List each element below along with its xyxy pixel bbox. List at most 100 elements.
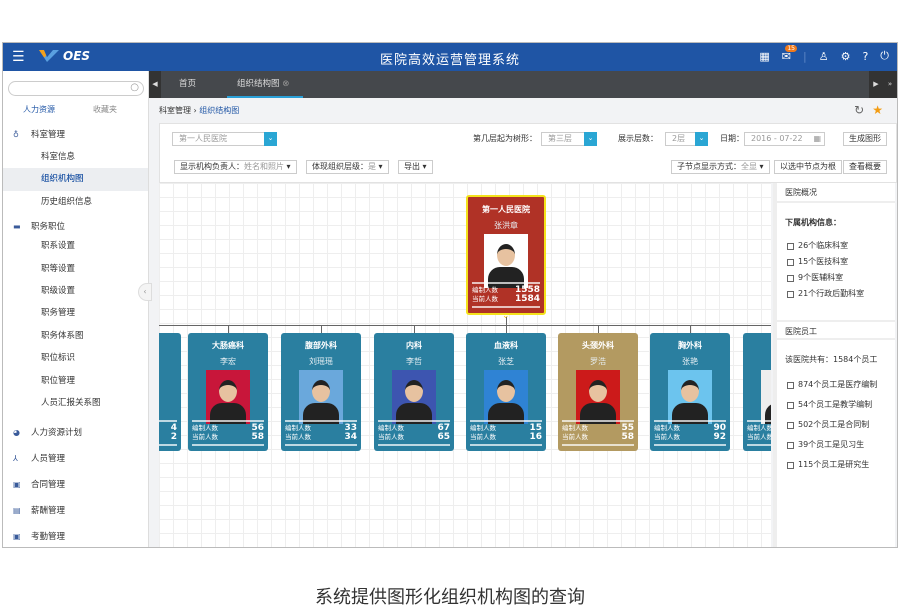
- connector-line: [506, 325, 507, 333]
- date-input[interactable]: 2016 - 07-22 ▦: [744, 132, 825, 146]
- sidebar-group[interactable]: ♁ 科室管理: [3, 124, 148, 146]
- summary-item[interactable]: 54个员工是教学编制: [777, 395, 895, 415]
- sidebar-group-label: 职务职位: [31, 222, 66, 233]
- sidebar: ○ 人力资源 收藏夹 ♁ 科室管理 科室信息 组织机构图 组织机构图 历史组织信息 ▬ 职务职位…: [3, 71, 149, 547]
- tab-hr[interactable]: 人力资源: [23, 104, 55, 115]
- sidebar-item[interactable]: 人员汇报关系图: [3, 392, 148, 414]
- sidebar-group[interactable]: ▤ 薪酬管理: [3, 498, 148, 524]
- gear-icon[interactable]: ⚙: [841, 50, 851, 63]
- org-card[interactable]: 内科 李哲 编制人数 67 当前人数 65: [374, 333, 454, 451]
- org-card-head: [743, 356, 771, 366]
- stat-label: 编制人数: [285, 424, 311, 432]
- tab-home[interactable]: 首页: [179, 71, 196, 98]
- generate-button[interactable]: 生成图形: [843, 132, 887, 146]
- refresh-icon[interactable]: ↻: [854, 98, 864, 123]
- org-card[interactable]: 大肠癌科 李宏 编制人数 56 当前人数 58: [188, 333, 268, 451]
- tab-label: 组织结构图: [237, 79, 280, 89]
- sidebar-item[interactable]: 职位标识: [3, 347, 148, 369]
- show-level-dropdown[interactable]: 体现组织层级：是 ▾: [306, 160, 389, 174]
- org-card[interactable]: 腹部外科 刘瑶瑶 编制人数 33 当前人数 34: [281, 333, 361, 451]
- tab-scroll-right[interactable]: ▶: [869, 71, 883, 98]
- org-card-name: 头颈外科: [582, 341, 614, 350]
- org-chart-canvas[interactable]: 第一人民医院张洪章编制人数1558当前人数1584⌄编制人数4当前人数2大肠癌科…: [159, 183, 771, 547]
- chevron-down-icon: ⌄: [264, 132, 277, 146]
- connector-line: [414, 325, 415, 333]
- summary-item[interactable]: 39个员工是见习生: [777, 435, 895, 455]
- org-card[interactable]: 血液科 张芝 编制人数 15 当前人数 16: [466, 333, 546, 451]
- show-leader-dropdown[interactable]: 显示机构负责人：姓名和照片 ▾: [174, 160, 297, 174]
- sidebar-group-label: 合同管理: [31, 480, 66, 491]
- child-mode-dropdown[interactable]: 子节点显示方式：全显 ▾: [671, 160, 770, 174]
- sidebar-item[interactable]: 历史组织信息: [3, 191, 148, 213]
- levels-select[interactable]: 2层 ⌄: [665, 132, 708, 146]
- tab-scroll-left[interactable]: ◀: [149, 71, 161, 98]
- sidebar-item[interactable]: 职等设置: [3, 258, 148, 280]
- close-icon[interactable]: ⊗: [282, 79, 289, 89]
- org-card[interactable]: 第一人民医院 张洪章 编制人数 1558 当前人数 1584: [466, 195, 546, 315]
- search-input[interactable]: ○: [8, 81, 144, 96]
- org-select[interactable]: 第一人民医院 ⌄: [172, 132, 277, 146]
- sidebar-group[interactable]: ▣ 考勤管理: [3, 524, 148, 547]
- user-icon[interactable]: ♙: [819, 50, 829, 63]
- org-card[interactable]: 编制人数4当前人数2: [159, 333, 181, 451]
- summary-item[interactable]: 502个员工是合同制: [777, 415, 895, 435]
- org-card[interactable]: 头颈外科 罗浩 编制人数 55 当前人数 58: [558, 333, 638, 451]
- sidebar-item[interactable]: 职位管理: [3, 370, 148, 392]
- stat-label: 当前人数: [472, 295, 498, 303]
- link-icon: [787, 258, 794, 266]
- tab-more-icon[interactable]: »: [883, 71, 897, 98]
- org-card-head: 张芝: [498, 357, 514, 366]
- apps-grid-icon[interactable]: ▦: [759, 50, 769, 63]
- sidebar-item[interactable]: 职务管理: [3, 302, 148, 324]
- summary-item[interactable]: 9个医辅科室: [777, 270, 895, 286]
- stat-value: 16: [529, 432, 542, 442]
- stat-value: 1584: [514, 294, 540, 304]
- breadcrumb-item[interactable]: 科室管理: [159, 106, 191, 115]
- toolbar: 第一人民医院 ⌄ 第几层起为树形： 第三层 ⌄ 展示层数： 2层 ⌄ 日期： 2016…: [159, 123, 897, 183]
- org-card-stats: 编制人数 67 当前人数 65: [378, 420, 450, 446]
- help-icon[interactable]: ?: [862, 50, 868, 63]
- show-level-value: 是: [368, 162, 376, 171]
- message-badge: 15: [785, 44, 797, 52]
- sidebar-group[interactable]: ▬ 职务职位: [3, 219, 148, 235]
- money-bag-icon: ♁: [13, 130, 19, 139]
- power-icon[interactable]: ⏻: [880, 49, 889, 63]
- sidebar-item[interactable]: 职系设置: [3, 235, 148, 257]
- org-card-name: 胸外科: [678, 341, 702, 350]
- org-card[interactable]: 骨编制人数当前人数: [743, 333, 771, 451]
- search-icon[interactable]: ○: [130, 82, 139, 93]
- star-icon[interactable]: ★: [872, 98, 883, 123]
- set-root-button[interactable]: 以选中节点为根: [774, 160, 842, 174]
- collapse-sidebar-button[interactable]: ‹: [138, 283, 152, 301]
- view-summary-button[interactable]: 查看概要: [843, 160, 887, 174]
- sidebar-item[interactable]: 职级设置: [3, 280, 148, 302]
- sidebar-group[interactable]: ▣ 合同管理: [3, 472, 148, 498]
- sidebar-item[interactable]: 组织机构图 组织机构图: [3, 168, 148, 191]
- attendance-icon: ▣: [13, 532, 21, 542]
- sidebar-group-label: 考勤管理: [31, 532, 66, 543]
- summary-item[interactable]: 874个员工是医疗编制: [777, 375, 895, 395]
- sidebar-item[interactable]: 职务体系图: [3, 325, 148, 347]
- tab-org-chart[interactable]: 组织结构图 ⊗: [227, 71, 303, 98]
- export-label: 导出: [404, 162, 420, 171]
- org-card-head: 刘瑶瑶: [309, 357, 333, 366]
- avatar: [576, 370, 620, 424]
- calendar-icon[interactable]: ▦: [813, 133, 821, 145]
- summary-item[interactable]: 26个临床科室: [777, 238, 895, 254]
- sidebar-item-label: 职级设置: [41, 285, 76, 296]
- summary-item[interactable]: 15个医技科室: [777, 254, 895, 270]
- summary-item[interactable]: 21个行政后勤科室: [777, 286, 895, 302]
- tree-from-select[interactable]: 第三层 ⌄: [541, 132, 597, 146]
- sidebar-item[interactable]: 科室信息: [3, 146, 148, 168]
- stat-value: 65: [437, 432, 450, 442]
- sidebar-group[interactable]: ◕ 人力资源计划: [3, 420, 148, 446]
- org-card[interactable]: 胸外科 张艳 编制人数 90 当前人数 92: [650, 333, 730, 451]
- avatar: [668, 370, 712, 424]
- connector-line: [321, 325, 322, 333]
- summary-item[interactable]: 115个员工是研究生: [777, 455, 895, 475]
- sidebar-group[interactable]: ⅄ 人员管理: [3, 446, 148, 472]
- units-title: 下属机构信息：: [785, 218, 841, 227]
- message-icon[interactable]: ✉ 15: [782, 44, 797, 63]
- tab-favorites[interactable]: 收藏夹: [93, 104, 117, 115]
- export-dropdown[interactable]: 导出 ▾: [398, 160, 433, 174]
